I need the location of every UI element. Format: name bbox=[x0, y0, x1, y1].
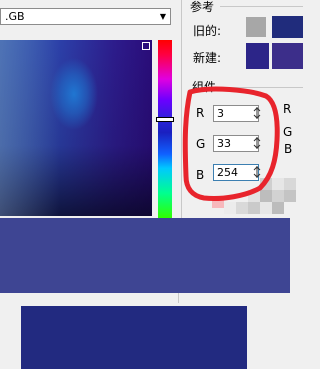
lower-divider bbox=[178, 293, 179, 303]
big-swatch-1 bbox=[0, 218, 290, 293]
big-swatch-2 bbox=[21, 306, 247, 369]
